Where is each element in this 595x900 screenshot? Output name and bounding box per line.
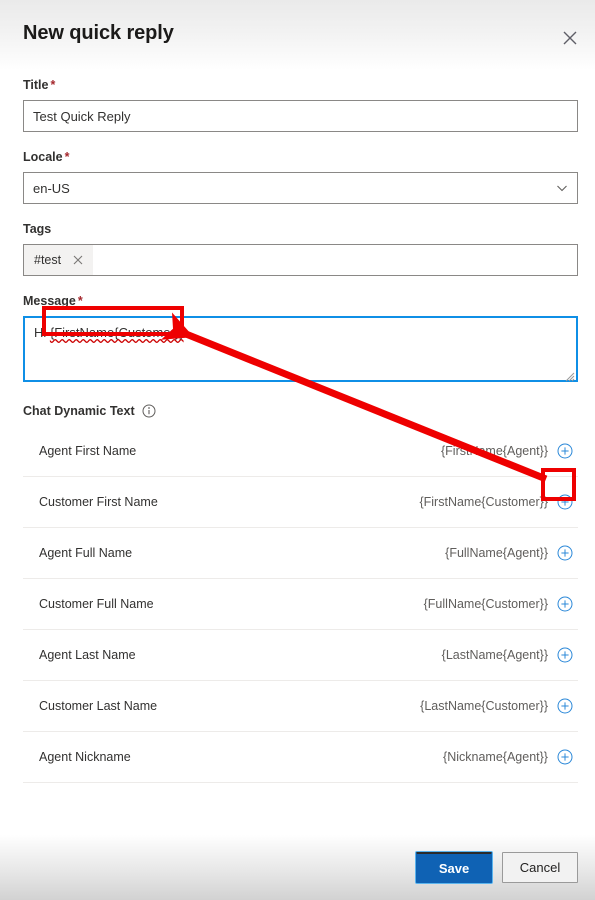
table-row[interactable]: Agent Nickname {Nickname{Agent}} — [23, 732, 578, 783]
locale-label: Locale * — [23, 150, 578, 165]
dynamic-text-token: {FirstName{Customer}} — [419, 495, 548, 509]
required-asterisk: * — [64, 150, 70, 164]
dynamic-text-token: {FullName{Customer}} — [423, 597, 548, 611]
table-row[interactable]: Agent Last Name {LastName{Agent}} — [23, 630, 578, 681]
table-row[interactable]: Agent First Name {FirstName{Agent}} — [23, 426, 578, 477]
table-row[interactable]: Customer Full Name {FullName{Customer}} — [23, 579, 578, 630]
panel-body: Title* Locale* en-US Tags — [0, 70, 595, 900]
locale-field-group: Locale * en-US — [23, 150, 578, 204]
plus-circle-icon[interactable] — [556, 493, 574, 511]
message-label: Message * — [23, 294, 578, 309]
tag-label: #test — [34, 253, 62, 267]
cancel-button[interactable]: Cancel — [502, 852, 578, 883]
dynamic-text-name: Agent Last Name — [39, 648, 136, 662]
tags-input[interactable]: #test — [23, 244, 578, 276]
plus-circle-icon[interactable] — [556, 442, 574, 460]
close-button[interactable] — [555, 23, 585, 53]
table-row[interactable]: Customer First Name {FirstName{Customer}… — [23, 477, 578, 528]
message-input[interactable]: Hi {FirstName{Customer}} — [23, 316, 578, 382]
tags-label-text: Tags — [23, 222, 52, 236]
plus-circle-icon[interactable] — [556, 697, 574, 715]
close-icon[interactable] — [71, 253, 85, 267]
dynamic-text-token: {LastName{Customer}} — [420, 699, 548, 713]
table-row[interactable]: Agent Full Name {FullName{Agent}} — [23, 528, 578, 579]
message-label-text: Message — [23, 294, 76, 308]
dynamic-text-token: {LastName{Agent}} — [441, 648, 548, 662]
chat-dynamic-text-heading: Chat Dynamic Text — [23, 404, 578, 418]
page-title: New quick reply — [23, 22, 174, 44]
title-label-text: Title — [23, 78, 49, 92]
message-field-group: Message * Hi {FirstName{Customer}} — [23, 294, 578, 382]
dynamic-text-name: Agent Full Name — [39, 546, 133, 560]
info-circle-icon[interactable] — [142, 404, 156, 418]
dynamic-text-name: Customer First Name — [39, 495, 158, 509]
dynamic-text-token: {Nickname{Agent}} — [443, 750, 548, 764]
locale-label-text: Locale — [23, 150, 63, 164]
panel-header: New quick reply — [0, 0, 595, 70]
locale-selected-value: en-US — [33, 180, 70, 196]
tags-field-group: Tags #test — [23, 222, 578, 276]
table-row[interactable]: Customer Last Name {LastName{Customer}} — [23, 681, 578, 732]
dynamic-text-token: {FullName{Agent}} — [445, 546, 548, 560]
dynamic-text-name: Customer Last Name — [39, 699, 158, 713]
plus-circle-icon[interactable] — [556, 595, 574, 613]
tag-chip: #test — [24, 245, 94, 275]
message-textarea-wrapper: Hi {FirstName{Customer}} — [23, 316, 578, 382]
close-icon — [562, 30, 578, 46]
new-quick-reply-panel: New quick reply Title* Locale* en-US — [0, 0, 595, 900]
chat-dynamic-text-list: Agent First Name {FirstName{Agent}} Cust… — [23, 426, 578, 783]
dynamic-text-name: Agent First Name — [39, 444, 137, 458]
panel-footer: Save Cancel — [0, 835, 595, 900]
required-asterisk: * — [77, 294, 83, 308]
plus-circle-icon[interactable] — [556, 646, 574, 664]
plus-circle-icon[interactable] — [556, 544, 574, 562]
message-token-text: {FirstName{Customer}} — [49, 325, 184, 340]
dynamic-text-token: {FirstName{Agent}} — [440, 444, 548, 458]
tags-label: Tags — [23, 222, 578, 237]
message-prefix-text: Hi — [34, 325, 50, 340]
title-input[interactable] — [23, 100, 578, 132]
title-label: Title * — [23, 78, 578, 93]
chevron-down-icon — [556, 173, 568, 203]
dynamic-text-name: Agent Nickname — [39, 750, 131, 764]
title-field-group: Title * — [23, 70, 578, 132]
dynamic-text-name: Customer Full Name — [39, 597, 154, 611]
plus-circle-icon[interactable] — [556, 748, 574, 766]
locale-dropdown[interactable]: en-US — [23, 172, 578, 204]
save-button[interactable]: Save — [416, 852, 492, 883]
required-asterisk: * — [50, 78, 56, 92]
chat-dynamic-text-label: Chat Dynamic Text — [23, 404, 135, 418]
